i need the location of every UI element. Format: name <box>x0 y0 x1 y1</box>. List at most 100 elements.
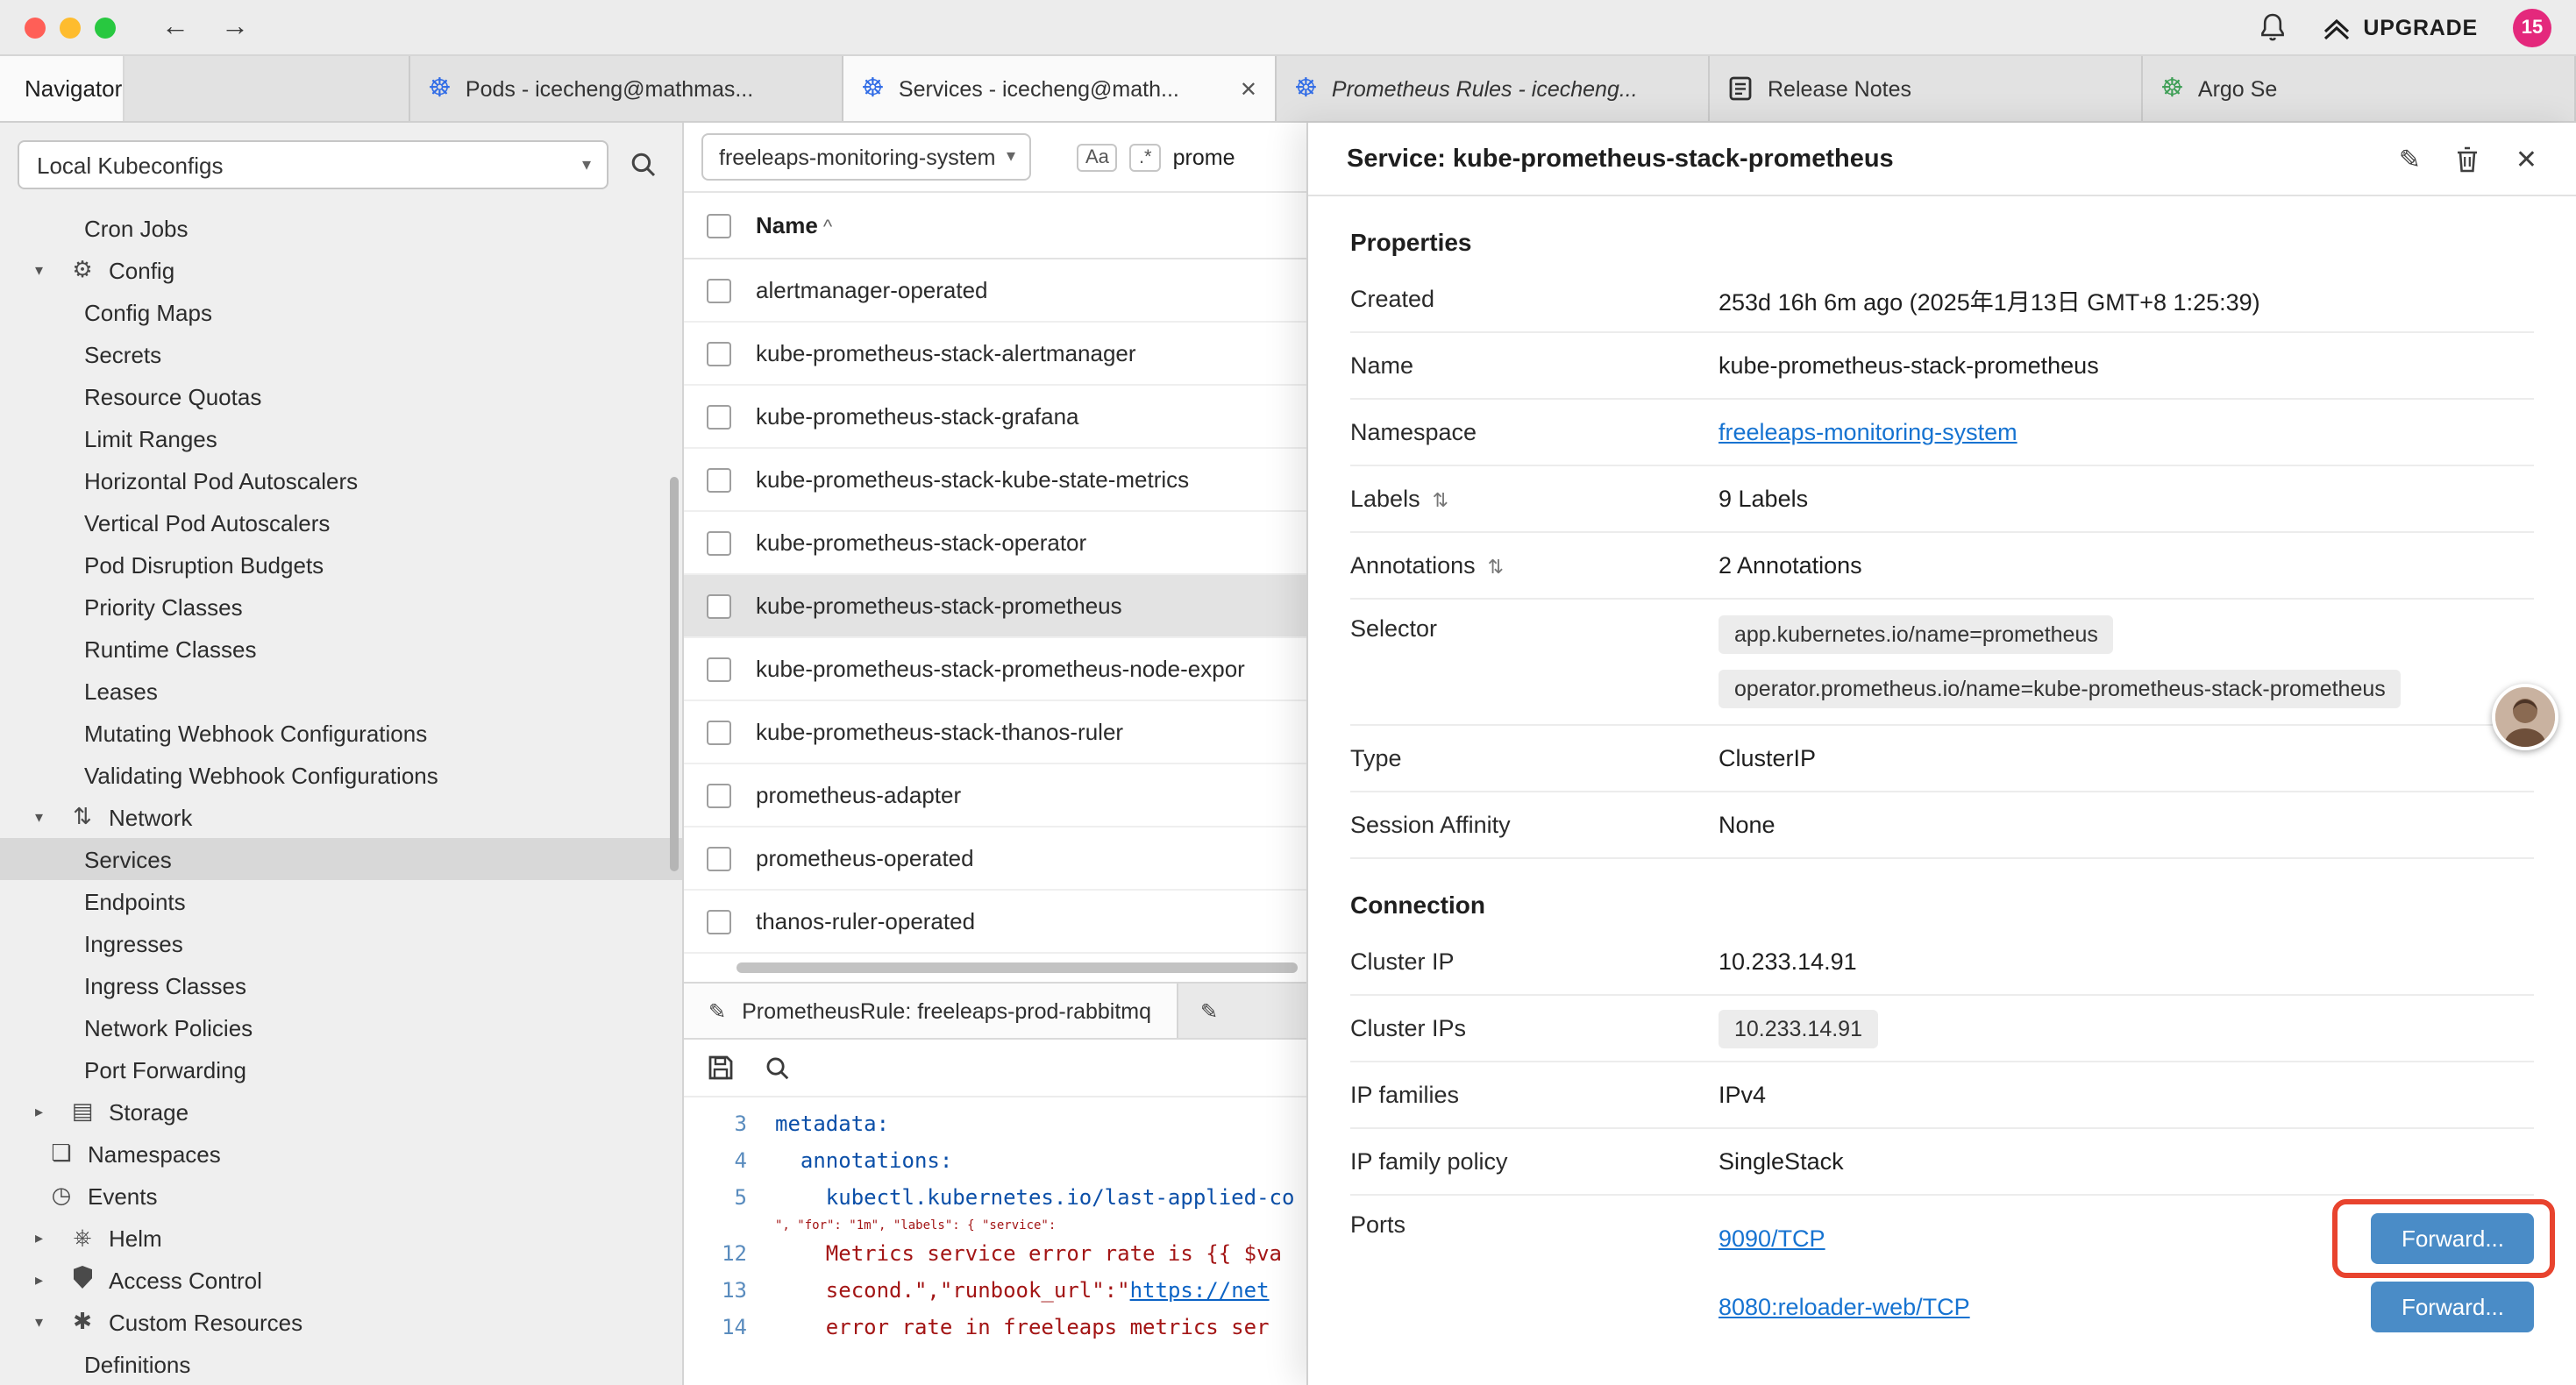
tab-release-notes[interactable]: Release Notes <box>1710 56 2143 121</box>
select-all-checkbox[interactable] <box>707 213 731 238</box>
sidebar-item-ingress-classes[interactable]: Ingress Classes <box>0 964 682 1006</box>
annotations-row: Annotations⇅ 2 Annotations <box>1350 533 2534 600</box>
forward-port-8080-button[interactable]: Forward... <box>2372 1281 2534 1332</box>
sidebar-item-definitions[interactable]: Definitions <box>0 1343 682 1385</box>
maximize-window-button[interactable] <box>95 17 116 38</box>
tab-bar: Navigator ☸ Pods - icecheng@mathmas... ☸… <box>0 56 2576 123</box>
tab-argo[interactable]: ☸ Argo Se <box>2143 56 2576 121</box>
sidebar-item-port-forwarding[interactable]: Port Forwarding <box>0 1048 682 1090</box>
annotations-count: 2 Annotations <box>1719 552 1862 579</box>
sidebar-group-helm[interactable]: ▸⎈Helm <box>0 1217 682 1259</box>
namespaces-icon: ❏ <box>47 1140 75 1168</box>
forward-port-9090-button[interactable]: Forward... <box>2372 1212 2534 1263</box>
tab-services[interactable]: ☸ Services - icecheng@math... ✕ <box>843 56 1277 121</box>
url-link[interactable]: https://net <box>1130 1273 1270 1310</box>
sidebar-scrollbar[interactable] <box>670 477 679 871</box>
sidebar-item-resource-quotas[interactable]: Resource Quotas <box>0 375 682 417</box>
type-value: ClusterIP <box>1719 745 1816 771</box>
minimize-window-button[interactable] <box>60 17 81 38</box>
tab-pods[interactable]: ☸ Pods - icecheng@mathmas... <box>410 56 843 121</box>
events-clock-icon: ◷ <box>47 1182 75 1210</box>
sidebar-group-config[interactable]: ▾⚙Config <box>0 249 682 291</box>
editor-search-icon[interactable] <box>765 1055 791 1081</box>
namespace-filter-select[interactable]: freeleaps-monitoring-system ▾ <box>701 133 1031 181</box>
sidebar-item-vertical-pod-autoscalers[interactable]: Vertical Pod Autoscalers <box>0 501 682 543</box>
navigator-header[interactable]: Navigator <box>0 56 124 121</box>
match-case-toggle[interactable]: Aa <box>1077 143 1118 171</box>
pencil-icon: ✎ <box>708 998 726 1023</box>
upgrade-button[interactable]: UPGRADE <box>2321 15 2478 39</box>
sidebar-item-cron-jobs[interactable]: Cron Jobs <box>0 207 682 249</box>
close-drawer-icon[interactable]: ✕ <box>2516 143 2537 174</box>
close-tab-icon[interactable]: ✕ <box>1240 76 1257 101</box>
search-input[interactable]: prome <box>1173 145 1235 169</box>
row-checkbox[interactable] <box>707 467 731 492</box>
edit-pencil-icon[interactable]: ✎ <box>2399 143 2421 174</box>
notification-count-badge[interactable]: 15 <box>2513 8 2551 46</box>
row-checkbox[interactable] <box>707 720 731 744</box>
row-checkbox[interactable] <box>707 593 731 618</box>
sidebar-item-leases[interactable]: Leases <box>0 670 682 712</box>
close-window-button[interactable] <box>25 17 46 38</box>
regex-toggle[interactable]: .* <box>1130 143 1161 171</box>
sidebar-item-horizontal-pod-autoscalers[interactable]: Horizontal Pod Autoscalers <box>0 459 682 501</box>
forward-icon[interactable]: → <box>221 11 249 43</box>
row-checkbox[interactable] <box>707 783 731 807</box>
drawer-title: Service: kube-prometheus-stack-prometheu… <box>1347 145 1894 173</box>
editor-tab-partial[interactable]: ✎ <box>1178 984 1241 1038</box>
delete-trash-icon[interactable] <box>2456 145 2480 173</box>
sidebar-item-runtime-classes[interactable]: Runtime Classes <box>0 628 682 670</box>
sidebar-group-network[interactable]: ▾⇅Network <box>0 796 682 838</box>
navigator-tree: Cron Jobs ▾⚙Config Config Maps Secrets R… <box>0 207 682 1385</box>
tab-prometheus-rules[interactable]: ☸ Prometheus Rules - icecheng... <box>1277 56 1710 121</box>
sidebar-item-secrets[interactable]: Secrets <box>0 333 682 375</box>
chevron-down-icon: ▾ <box>35 260 56 280</box>
labels-expander-icon[interactable]: ⇅ <box>1433 491 1448 512</box>
sidebar-item-namespaces[interactable]: ❏Namespaces <box>0 1133 682 1175</box>
sidebar-item-validating-webhook-configurations[interactable]: Validating Webhook Configurations <box>0 754 682 796</box>
port-8080-reloader-web-link[interactable]: 8080:reloader-web/TCP <box>1719 1293 1970 1319</box>
sidebar-item-priority-classes[interactable]: Priority Classes <box>0 586 682 628</box>
namespace-link[interactable]: freeleaps-monitoring-system <box>1719 419 2017 445</box>
sidebar-item-mutating-webhook-configurations[interactable]: Mutating Webhook Configurations <box>0 712 682 754</box>
search-icon[interactable] <box>630 151 658 179</box>
row-checkbox[interactable] <box>707 530 731 555</box>
upgrade-label: UPGRADE <box>2363 15 2478 39</box>
sidebar-item-ingresses[interactable]: Ingresses <box>0 922 682 964</box>
row-checkbox[interactable] <box>707 657 731 681</box>
port-9090-link[interactable]: 9090/TCP <box>1719 1225 1825 1251</box>
main-content: Local Kubeconfigs ▾ Cron Jobs ▾⚙Config C… <box>0 123 2576 1385</box>
chevron-right-icon: ▸ <box>35 1270 56 1289</box>
sidebar-item-limit-ranges[interactable]: Limit Ranges <box>0 417 682 459</box>
back-icon[interactable]: ← <box>161 11 189 43</box>
row-checkbox[interactable] <box>707 404 731 429</box>
name-column-header[interactable]: Name^ <box>756 212 832 238</box>
kubeconfig-selector[interactable]: Local Kubeconfigs ▾ <box>18 140 608 189</box>
sidebar-group-custom-resources[interactable]: ▾✱Custom Resources <box>0 1301 682 1343</box>
shield-icon <box>68 1266 96 1294</box>
name-row: Name kube-prometheus-stack-prometheus <box>1350 333 2534 400</box>
created-row: Created 253d 16h 6m ago (2025年1月13日 GMT+… <box>1350 266 2534 333</box>
table-search[interactable]: Aa .* prome <box>1077 143 1235 171</box>
row-checkbox[interactable] <box>707 909 731 934</box>
sidebar-group-access-control[interactable]: ▸Access Control <box>0 1259 682 1301</box>
editor-tab-prometheusrule[interactable]: ✎ PrometheusRule: freeleaps-prod-rabbitm… <box>684 984 1178 1038</box>
release-notes-icon <box>1727 75 1754 102</box>
sidebar-item-pod-disruption-budgets[interactable]: Pod Disruption Budgets <box>0 543 682 586</box>
notifications-bell-icon[interactable] <box>2258 12 2286 42</box>
ip-family-policy-row: IP family policy SingleStack <box>1350 1129 2534 1196</box>
row-checkbox[interactable] <box>707 341 731 366</box>
sidebar-item-events[interactable]: ◷Events <box>0 1175 682 1217</box>
row-checkbox[interactable] <box>707 846 731 870</box>
sidebar-item-endpoints[interactable]: Endpoints <box>0 880 682 922</box>
sidebar-item-services[interactable]: Services <box>0 838 682 880</box>
row-checkbox[interactable] <box>707 278 731 302</box>
user-avatar[interactable] <box>2492 684 2558 750</box>
sidebar-item-config-maps[interactable]: Config Maps <box>0 291 682 333</box>
annotations-expander-icon[interactable]: ⇅ <box>1488 558 1504 579</box>
sidebar-group-storage[interactable]: ▸▤Storage <box>0 1090 682 1133</box>
traffic-lights <box>25 17 116 38</box>
save-icon[interactable] <box>707 1054 735 1082</box>
scrollbar-thumb[interactable] <box>737 962 1298 973</box>
sidebar-item-network-policies[interactable]: Network Policies <box>0 1006 682 1048</box>
